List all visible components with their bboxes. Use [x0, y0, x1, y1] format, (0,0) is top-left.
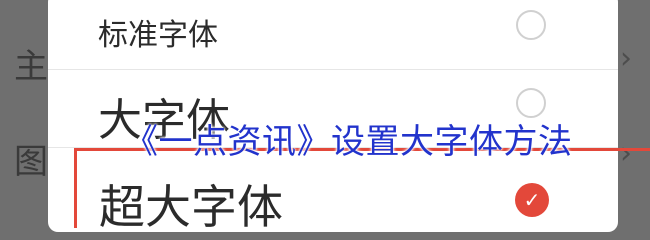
radio-unchecked-icon[interactable] [516, 10, 546, 40]
font-option-standard[interactable]: 标准字体 [48, 0, 618, 70]
background-row-label: 图 [14, 142, 48, 182]
font-option-label: 超大字体 [99, 180, 283, 234]
chevron-right-icon: › [620, 41, 632, 76]
font-option-label: 标准字体 [98, 18, 218, 53]
radio-checked-icon[interactable]: ✓ [515, 183, 549, 217]
background-row-label: 主 [14, 47, 48, 87]
overlay-caption: 《一点资讯》设置大字体方法 [124, 122, 573, 162]
